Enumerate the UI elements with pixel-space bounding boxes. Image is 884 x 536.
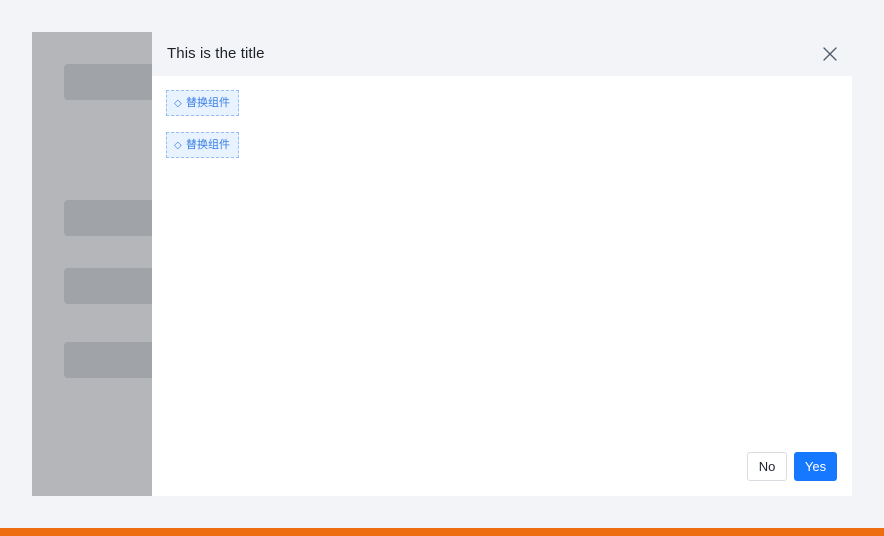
skeleton-bar [64, 64, 152, 100]
close-icon [823, 47, 837, 61]
dialog-title: This is the title [167, 45, 265, 62]
placeholder-label: 替换组件 [186, 138, 230, 151]
background-overlay [32, 32, 152, 496]
diamond-icon: ◇ [174, 140, 182, 151]
replace-component-placeholder[interactable]: ◇ 替换组件 [166, 132, 239, 158]
dialog-header: This is the title [152, 32, 852, 76]
placeholder-label: 替换组件 [186, 96, 230, 109]
close-button[interactable] [820, 44, 840, 64]
dialog-footer: No Yes [747, 452, 837, 481]
diamond-icon: ◇ [174, 98, 182, 109]
modal-dialog: This is the title ◇ 替换组件 ◇ 替换组件 No Yes [152, 32, 852, 496]
bottom-accent-strip [0, 528, 884, 536]
yes-button[interactable]: Yes [794, 452, 837, 481]
no-button[interactable]: No [747, 452, 787, 481]
skeleton-bar [64, 200, 152, 236]
replace-component-placeholder[interactable]: ◇ 替换组件 [166, 90, 239, 116]
skeleton-bar [64, 342, 152, 378]
skeleton-bar [64, 268, 152, 304]
